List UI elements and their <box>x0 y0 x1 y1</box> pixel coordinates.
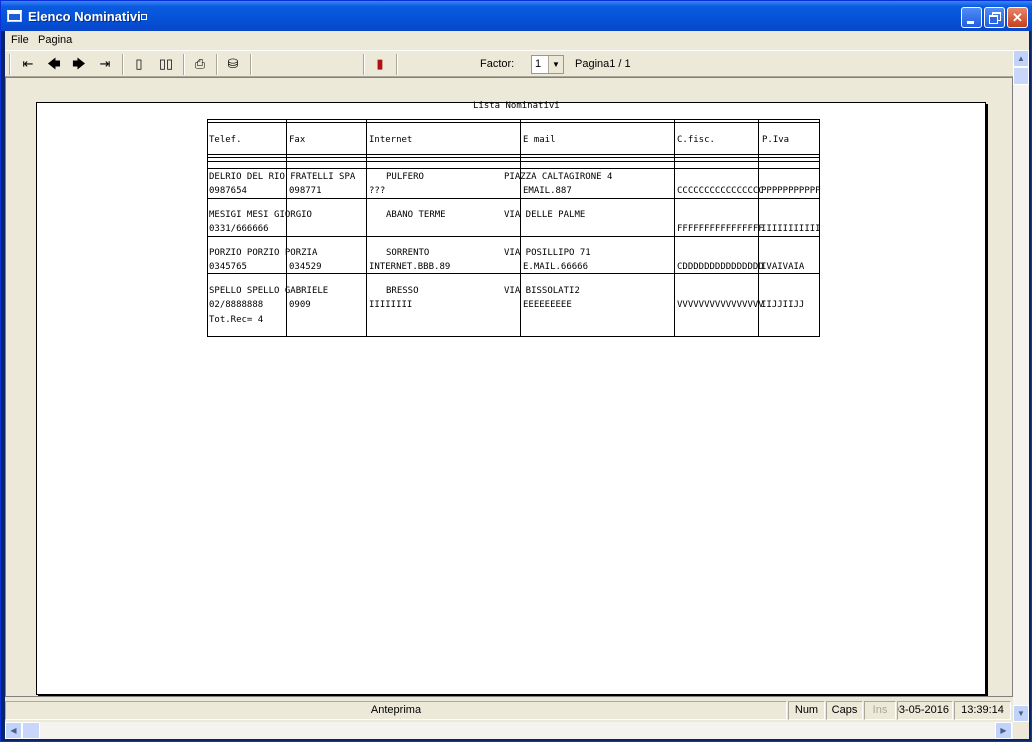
next-page-icon: 🡆 <box>72 56 86 71</box>
factor-select[interactable]: 1 ▼ <box>531 55 564 74</box>
record-piva: IIIIIIIIIII <box>761 224 821 234</box>
factor-label: Factor: <box>480 58 515 70</box>
two-pages-button[interactable]: ▯▯ <box>155 54 177 74</box>
record-address: VIA POSILLIPO 71 <box>504 248 591 258</box>
next-page-button[interactable]: 🡆 <box>68 54 90 74</box>
record-phone: 0331/666666 <box>209 224 269 234</box>
status-date: 03-05-2016 <box>897 701 953 720</box>
record-name: SPELLO SPELLO GABRIELE <box>209 286 329 296</box>
previous-page-button[interactable]: 🡄 <box>43 54 65 74</box>
first-page-button[interactable]: ⇤ <box>17 54 39 74</box>
column-header-piva: P.Iva <box>762 135 790 145</box>
restore-button[interactable] <box>984 7 1005 28</box>
scroll-right-icon[interactable]: ▶ <box>995 722 1012 739</box>
record-name: PORZIO PORZIO PORZIA <box>209 248 318 258</box>
record-cfisc: CDDDDDDDDDDDDDDD <box>677 262 764 272</box>
record-phone: 02/8888888 <box>209 300 264 310</box>
two-pages-icon: ▯▯ <box>158 56 174 71</box>
status-mode: Anteprima <box>5 701 787 720</box>
column-header-telef: Telef. <box>209 135 242 145</box>
record-email: EEEEEEEEE <box>523 300 572 310</box>
status-bar: Anteprima Num Caps Ins 03-05-2016 13:39:… <box>5 699 1013 721</box>
toolbar: ⇤ 🡄 🡆 ⇥ ▯ ▯▯ ⎙ ⛁ ▮ Factor: 1 ▼ Pagina1 /… <box>5 50 1013 77</box>
app-window-icon[interactable] <box>7 10 22 22</box>
column-header-fax: Fax <box>289 135 306 145</box>
single-page-button[interactable]: ▯ <box>128 54 150 74</box>
record-address: VIA BISSOLATI2 <box>504 286 580 296</box>
single-page-icon: ▯ <box>135 56 143 71</box>
status-num: Num <box>788 701 825 720</box>
record-cfisc: CCCCCCCCCCCCCCCC <box>677 186 764 196</box>
record-city: SORRENTO <box>386 248 430 258</box>
record-fax: 0909 <box>289 300 311 310</box>
exit-door-icon: ▮ <box>376 56 384 71</box>
export-icon: ⛁ <box>227 56 239 71</box>
record-city: BRESSO <box>386 286 419 296</box>
column-header-email: E mail <box>523 135 556 145</box>
record-internet: INTERNET.BBB.89 <box>369 262 451 272</box>
report-title: Lista Nominativi <box>473 101 560 111</box>
record-city: PULFERO <box>386 172 424 182</box>
page-indicator: Pagina1 / 1 <box>575 58 631 70</box>
horizontal-scrollbar[interactable]: ◀ ▶ <box>5 722 1013 739</box>
chevron-down-icon[interactable]: ▼ <box>548 56 563 73</box>
record-email: E.MAIL.66666 <box>523 262 589 272</box>
record-internet: IIIIIIII <box>369 300 413 310</box>
total-records: Tot.Rec= 4 <box>209 315 264 325</box>
report-page: Lista Nominativi Telef. Fax Internet E m… <box>36 101 986 695</box>
horizontal-scroll-thumb[interactable] <box>22 722 40 739</box>
title-marker-icon <box>141 14 147 20</box>
minimize-icon <box>967 21 974 24</box>
toolbar-grip <box>9 54 11 75</box>
scroll-up-icon[interactable]: ▲ <box>1013 50 1029 67</box>
scroll-left-icon[interactable]: ◀ <box>5 722 22 739</box>
record-name: MESIGI MESI GIORGIO <box>209 210 312 220</box>
record-piva: IVAIVAIA <box>761 262 805 272</box>
status-time: 13:39:14 <box>954 701 1011 720</box>
column-header-cfisc: C.fisc. <box>677 135 715 145</box>
vertical-scroll-thumb[interactable] <box>1013 67 1029 85</box>
record-phone: 0345765 <box>209 262 247 272</box>
record-cfisc: VVVVVVVVVVVVVVVV <box>677 300 764 310</box>
main-window: Elenco Nominativi ✕ File Pagina ⇤ 🡄 🡆 ⇥ … <box>0 0 1032 742</box>
exit-button[interactable]: ▮ <box>369 54 391 74</box>
printer-icon: ⎙ <box>194 56 206 71</box>
title-bar[interactable]: Elenco Nominativi ✕ <box>1 1 1032 31</box>
first-page-icon: ⇤ <box>22 56 34 71</box>
record-address: PIAZZA CALTAGIRONE 4 <box>504 172 613 182</box>
menu-bar: File Pagina <box>5 31 1029 50</box>
status-caps: Caps <box>826 701 863 720</box>
scroll-down-icon[interactable]: ▼ <box>1013 705 1029 722</box>
record-city: ABANO TERME <box>386 210 446 220</box>
window-title: Elenco Nominativi <box>28 9 141 24</box>
export-button[interactable]: ⛁ <box>222 54 244 74</box>
record-fax: 034529 <box>289 262 322 272</box>
factor-value: 1 <box>535 58 542 70</box>
preview-area: Lista Nominativi Telef. Fax Internet E m… <box>5 77 1013 697</box>
last-page-button[interactable]: ⇥ <box>94 54 116 74</box>
previous-page-icon: 🡄 <box>47 56 61 71</box>
status-ins: Ins <box>864 701 896 720</box>
record-cfisc: FFFFFFFFFFFFFFFF <box>677 224 764 234</box>
client-area: File Pagina ⇤ 🡄 🡆 ⇥ ▯ ▯▯ ⎙ ⛁ ▮ Factor: 1… <box>5 31 1029 739</box>
vertical-scrollbar[interactable]: ▲ ▼ <box>1013 50 1029 722</box>
record-internet: ??? <box>369 186 386 196</box>
menu-file[interactable]: File <box>11 34 29 46</box>
last-page-icon: ⇥ <box>99 56 111 71</box>
print-button[interactable]: ⎙ <box>189 54 211 74</box>
column-header-internet: Internet <box>369 135 413 145</box>
minimize-button[interactable] <box>961 7 982 28</box>
record-phone: 0987654 <box>209 186 247 196</box>
menu-pagina[interactable]: Pagina <box>38 34 72 46</box>
record-name: DELRIO DEL RIO FRATELLI SPA <box>209 172 356 182</box>
record-address: VIA DELLE PALME <box>504 210 586 220</box>
close-button[interactable]: ✕ <box>1007 7 1028 28</box>
record-piva: IIJJIIJJ <box>761 300 805 310</box>
record-piva: PPPPPPPPPPP <box>761 186 821 196</box>
close-icon: ✕ <box>1012 10 1023 25</box>
record-email: EMAIL.887 <box>523 186 572 196</box>
record-fax: 098771 <box>289 186 322 196</box>
